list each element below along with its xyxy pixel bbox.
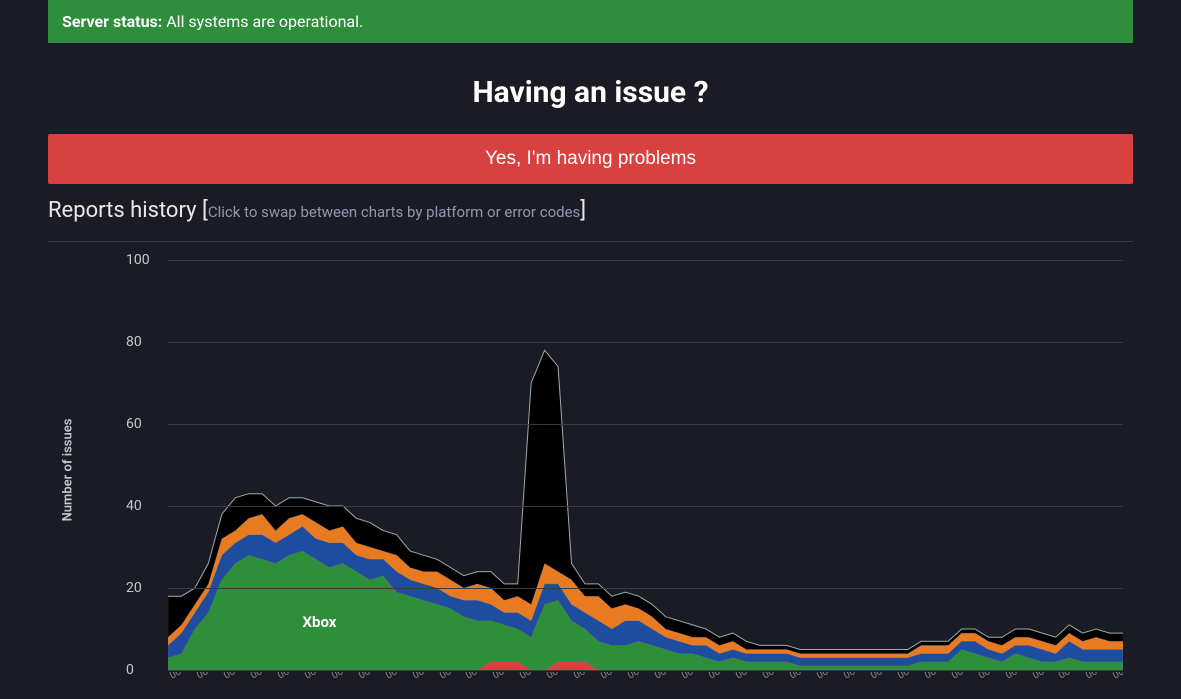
plot-area: Xbox 020406080100 (168, 260, 1123, 670)
x-tick-label: 06 (761, 672, 780, 688)
x-tick-label: 06 (330, 672, 349, 688)
x-tick-label: 06 (842, 672, 861, 688)
bracket-close: ] (580, 198, 586, 223)
x-tick-label: 06 (438, 672, 457, 688)
y-tick-label: 0 (126, 662, 134, 678)
gridline (168, 424, 1123, 425)
issue-heading: Having an issue ? (48, 75, 1133, 110)
x-tick-label: 06 (923, 672, 942, 688)
x-tick-label: 06 (357, 672, 376, 688)
chart-svg (168, 260, 1123, 670)
x-tick-label: 06 (788, 672, 807, 688)
x-tick-label: 06 (1084, 672, 1103, 688)
x-tick-label: 06 (545, 672, 564, 688)
y-tick-label: 60 (126, 416, 142, 432)
status-message: All systems are operational. (166, 12, 363, 31)
x-tick-label: 06 (303, 672, 322, 688)
y-tick-label: 20 (126, 580, 142, 596)
reports-history-title: Reports history (48, 198, 197, 223)
x-tick-label: 06 (384, 672, 403, 688)
xbox-annotation: Xbox (303, 613, 337, 631)
report-problem-button[interactable]: Yes, I'm having problems (48, 134, 1133, 184)
y-tick-label: 100 (126, 252, 150, 268)
gridline (168, 506, 1123, 507)
x-tick-label: 06 (1031, 672, 1050, 688)
status-prefix: Server status: (62, 12, 162, 31)
x-tick-label: 06 (464, 672, 483, 688)
x-tick-label: 06 (518, 672, 537, 688)
x-tick-label: 06 (1057, 672, 1076, 688)
x-tick-label: 06 (1111, 672, 1123, 688)
gridline (168, 342, 1123, 343)
x-axis-ticks: 06 06 06 06 06 06 06 06 06 06 06 06 06 06 06 06 06 06 06 06… (168, 672, 1123, 690)
x-tick-label: 06 (411, 672, 430, 688)
x-tick-label: 06 (977, 672, 996, 688)
swap-charts-link[interactable]: Click to swap between charts by platform… (208, 203, 580, 221)
reports-chart[interactable]: Number of issues Xbox 020406080100 06060… (78, 250, 1133, 690)
x-tick-label: 06 (222, 672, 241, 688)
x-tick-label: 06 (869, 672, 888, 688)
x-tick-label: 06 (249, 672, 268, 688)
reports-history-header: Reports history [Click to swap between c… (48, 198, 1133, 223)
x-tick-label: 06 (168, 672, 187, 688)
x-tick-label: 06 (896, 672, 915, 688)
divider (48, 241, 1133, 242)
x-tick-label: 06 (491, 672, 510, 688)
y-tick-label: 80 (126, 334, 142, 350)
x-tick-label: 06 (680, 672, 699, 688)
x-tick-label: 06 (626, 672, 645, 688)
x-tick-label: 06 (276, 672, 295, 688)
gridline (168, 588, 1123, 589)
x-tick-label: 06 (707, 672, 726, 688)
y-axis-label: Number of issues (61, 419, 76, 522)
x-tick-label: 06 (572, 672, 591, 688)
gridline (168, 670, 1123, 671)
x-tick-label: 06 (815, 672, 834, 688)
x-tick-label: 06 (950, 672, 969, 688)
x-tick-label: 06 (653, 672, 672, 688)
gridline (168, 260, 1123, 261)
x-tick-label: 06 (734, 672, 753, 688)
x-tick-label: 06 (1004, 672, 1023, 688)
server-status-banner: Server status: All systems are operation… (48, 0, 1133, 43)
x-tick-label: 06 (599, 672, 618, 688)
y-tick-label: 40 (126, 498, 142, 514)
x-tick-label: 06 (195, 672, 214, 688)
